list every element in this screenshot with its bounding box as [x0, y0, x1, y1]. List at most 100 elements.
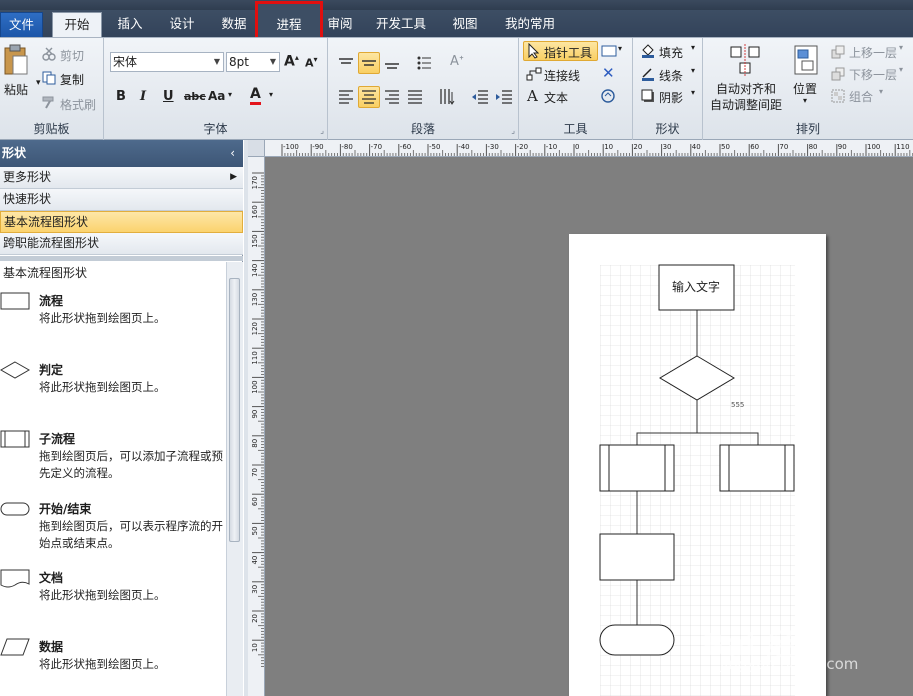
tab-file[interactable]: 文件 [0, 12, 43, 37]
align-right-icon[interactable] [384, 89, 400, 105]
shape-item-terminator[interactable]: 开始/结束 拖到绘图页后，可以表示程序流的开始点或结束点。 [0, 500, 226, 566]
font-family-select[interactable]: 宋体 ▼ [110, 52, 224, 72]
shadow-dropdown-icon[interactable]: ▾ [691, 88, 695, 97]
decision-label: 555 [731, 401, 744, 409]
process-box-text: 输入文字 [672, 279, 720, 294]
terminator-end[interactable] [599, 624, 675, 656]
collapse-chevron-icon[interactable]: ‹ [230, 140, 235, 167]
dialog-launcher-icon[interactable]: ⌟ [320, 126, 324, 135]
ruler-label: -10 [546, 143, 557, 151]
position-button[interactable]: 位置 [793, 80, 817, 97]
tab-favorites[interactable]: 我的常用 [497, 12, 563, 37]
text-tool-button[interactable]: 文本 [544, 89, 568, 106]
connector-button[interactable]: 连接线 [544, 67, 580, 84]
change-case-button[interactable]: Aa [208, 89, 225, 103]
tab-process[interactable]: 进程 [255, 1, 323, 42]
justify-icon[interactable] [407, 89, 423, 105]
font-color-dropdown-icon[interactable]: ▾ [269, 90, 273, 99]
shape-item-data[interactable]: 数据 将此形状拖到绘图页上。 [0, 638, 226, 696]
align-center-icon[interactable] [361, 89, 377, 105]
paste-dropdown-icon[interactable]: ▾ [36, 78, 41, 88]
font-color-button[interactable]: A [250, 87, 261, 105]
italic-button[interactable]: I [140, 89, 146, 104]
fill-button[interactable]: 填充 [659, 44, 683, 61]
title-bar [0, 0, 913, 10]
vertical-text-icon[interactable] [438, 88, 456, 106]
shrink-font-icon[interactable]: A▾ [305, 55, 318, 70]
stencil-cross-functional[interactable]: 跨职能流程图形状 [0, 233, 243, 255]
fill-dropdown-icon[interactable]: ▾ [691, 43, 695, 52]
bullets-icon[interactable] [416, 55, 432, 71]
shape-item-subprocess[interactable]: 子流程 拖到绘图页后，可以添加子流程或预先定义的流程。 [0, 430, 226, 496]
tab-data[interactable]: 数据 [212, 12, 256, 37]
subprocess-right[interactable] [719, 444, 795, 492]
send-backward-dropdown-icon[interactable]: ▾ [899, 65, 903, 74]
increase-indent-icon[interactable] [495, 89, 513, 105]
align-left-icon[interactable] [338, 89, 354, 105]
cut-button[interactable]: 剪切 [60, 47, 84, 64]
tab-insert[interactable]: 插入 [108, 12, 152, 37]
copy-button[interactable]: 复制 [60, 71, 84, 88]
send-backward-icon [831, 67, 845, 81]
tab-home[interactable]: 开始 [52, 12, 102, 37]
tab-review[interactable]: 审阅 [320, 12, 360, 37]
decrease-indent-icon[interactable] [471, 89, 489, 105]
tab-developer[interactable]: 开发工具 [368, 12, 434, 37]
ruler-label: 170 [251, 176, 259, 189]
group-button[interactable]: 组合 [849, 88, 873, 105]
bring-forward-button[interactable]: 上移一层 [849, 44, 897, 61]
vertical-ruler-ticks: 170 160 150 140 130 120 110 100 90 80 70 60 50 40 30 20… [251, 172, 264, 667]
line-dropdown-icon[interactable]: ▾ [691, 66, 695, 75]
pointer-icon [528, 43, 539, 59]
pointer-tool-button[interactable]: 指针工具 [544, 44, 592, 61]
change-case-dropdown-icon[interactable]: ▾ [228, 90, 232, 99]
text-direction-icon[interactable]: Aᐩ [450, 54, 464, 69]
shapes-scrollbar-thumb[interactable] [229, 278, 240, 542]
send-backward-button[interactable]: 下移一层 [849, 66, 897, 83]
panel-splitter[interactable] [0, 256, 243, 261]
underline-button[interactable]: U [163, 89, 174, 104]
group-clipboard: 粘贴 ▾ 剪切 复制 格式刷 剪贴板 [0, 38, 104, 140]
auto-spacing-button[interactable]: 自动调整间距 [710, 96, 782, 113]
format-painter-button[interactable]: 格式刷 [60, 96, 96, 113]
align-top-icon[interactable] [338, 56, 354, 70]
ruler-label: 130 [251, 293, 259, 306]
chevron-down-icon: ▼ [269, 57, 277, 66]
stencil-basic-flowchart[interactable]: 基本流程图形状 [0, 211, 243, 233]
decision-shape-icon [0, 361, 30, 379]
tab-design[interactable]: 设计 [160, 12, 204, 37]
stencil-more-shapes[interactable]: 更多形状 ▶ [0, 167, 243, 189]
format-painter-icon [42, 96, 54, 109]
align-bottom-icon[interactable] [384, 56, 400, 70]
position-dropdown-icon[interactable]: ▾ [803, 96, 807, 105]
font-size-select[interactable]: 8pt ▼ [226, 52, 280, 72]
auto-align-button[interactable]: 自动对齐和 [716, 80, 776, 97]
subprocess-left[interactable] [599, 444, 675, 492]
bold-button[interactable]: B [116, 89, 126, 104]
ruler-label: -20 [517, 143, 528, 151]
stencil-label: 更多形状 [3, 170, 52, 184]
rectangle-tool-icon[interactable] [601, 45, 617, 57]
group-dropdown-icon[interactable]: ▾ [879, 87, 883, 96]
shape-item-process[interactable]: 流程 将此形状拖到绘图页上。 [0, 292, 226, 352]
line-button[interactable]: 线条 [659, 67, 683, 84]
shape-item-document[interactable]: 文档 将此形状拖到绘图页上。 [0, 569, 226, 629]
tab-view[interactable]: 视图 [442, 12, 488, 37]
rectangle-tool-dropdown-icon[interactable]: ▾ [618, 44, 622, 53]
bring-forward-dropdown-icon[interactable]: ▾ [899, 43, 903, 52]
shadow-button[interactable]: 阴影 [659, 89, 683, 106]
align-middle-icon[interactable] [361, 56, 377, 70]
close-x-icon[interactable]: ✕ [602, 64, 615, 82]
paste-button[interactable]: 粘贴 [4, 81, 28, 98]
shape-desc: 将此形状拖到绘图页上。 [39, 657, 166, 671]
connection-point-icon[interactable] [600, 88, 616, 104]
grow-font-icon[interactable]: A▴ [284, 53, 299, 70]
shape-name: 子流程 [39, 432, 76, 446]
shape-item-decision[interactable]: 判定 将此形状拖到绘图页上。 [0, 361, 226, 421]
strikethrough-button[interactable]: abc [184, 90, 206, 103]
stencil-quick-shapes[interactable]: 快速形状 [0, 189, 243, 211]
ruler-label: 0 [575, 143, 579, 151]
process-box-lower[interactable] [599, 533, 675, 581]
ruler-label: 80 [809, 143, 818, 151]
dialog-launcher-icon[interactable]: ⌟ [511, 126, 515, 135]
